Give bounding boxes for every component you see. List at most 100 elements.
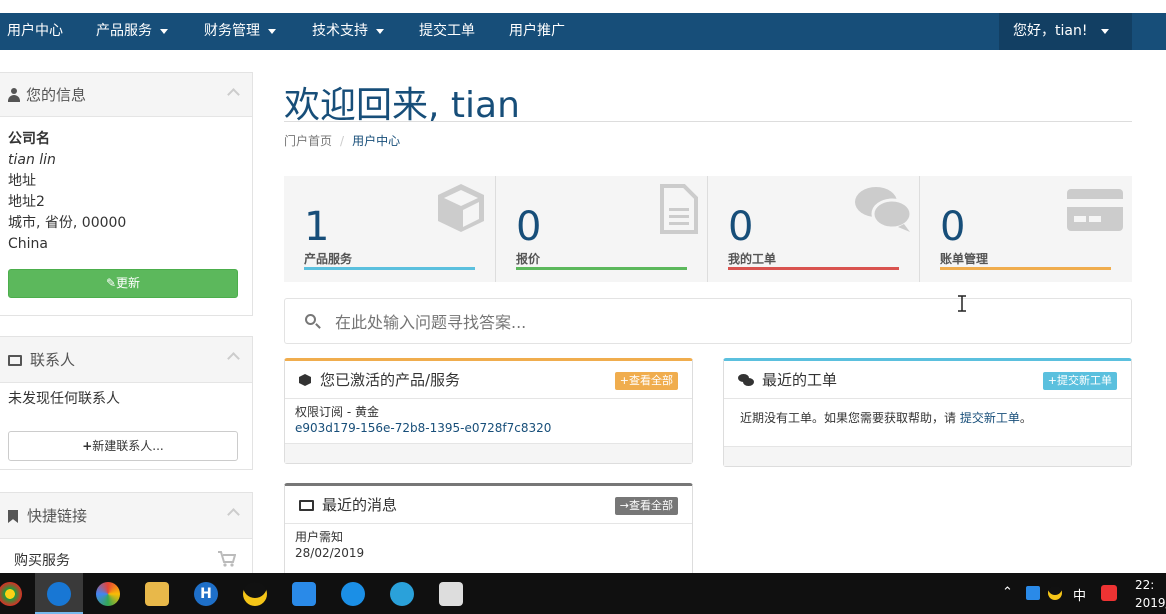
product-item[interactable]: 权限订阅 - 黄金 e903d179-156e-72b8-1395-e0728f… [285,399,692,436]
stat-services[interactable]: 1 产品服务 [284,176,496,282]
chevron-up-icon[interactable] [227,352,240,365]
nav-user-center[interactable]: 用户中心 [7,13,63,50]
top-strip [0,0,1166,13]
news-item[interactable]: 用户需知 28/02/2019 [285,524,692,561]
stat-billing-value: 0 [940,204,966,250]
telegram-icon[interactable] [390,582,414,606]
chevron-up-icon[interactable] [227,88,240,101]
stat-services-value: 1 [304,204,330,250]
tray-app-icon[interactable] [1026,586,1040,600]
breadcrumb-separator: / [340,134,345,148]
stat-services-label: 产品服务 [304,252,353,266]
folder-icon [8,355,22,366]
your-info-panel: 您的信息 公司名 tian lin 地址 地址2 城市, 省份, 00000 C… [0,72,253,316]
qq-icon[interactable] [243,582,267,606]
view-all-news-button[interactable]: →查看全部 [614,497,678,515]
news-date: 28/02/2019 [295,546,365,560]
cube-icon [438,184,484,232]
address-line-1: 地址 [8,173,36,189]
stat-billing-bar [940,267,1111,270]
caret-down-icon [1101,28,1110,34]
no-contacts-text: 未发现任何联系人 [8,391,120,407]
nav-billing[interactable]: 财务管理 [204,13,276,50]
main-navbar: 用户中心 产品服务 财务管理 技术支持 提交工单 用户推广 您好，tian! [0,13,1166,50]
caret-down-icon [160,28,168,34]
stat-quotes-value: 0 [516,204,542,250]
tray-chevron-up-icon[interactable]: ⌃ [1002,585,1013,600]
contacts-header[interactable]: 联系人 [0,337,252,383]
no-tickets-text: 近期没有工单。如果您需要获取帮助，请 提交新工单。 [740,411,1032,425]
stat-quotes[interactable]: 0 报价 [496,176,708,282]
title-divider [284,121,1132,122]
shortcuts-panel: 快捷链接 购买服务 [0,492,253,582]
windows-taskbar: H ⌃ 中 22: 2019/ [0,573,1166,614]
file-icon [660,184,698,234]
chromium-icon[interactable] [96,582,120,606]
monitor-icon[interactable] [439,582,463,606]
product-name: 权限订阅 - 黄金 [295,405,379,419]
tray-qq-icon[interactable] [1048,586,1062,600]
contact-name: tian lin [8,152,56,168]
country: China [8,236,48,252]
caret-down-icon [376,28,384,34]
bookmark-icon [8,510,18,523]
address-line-2: 地址2 [8,194,45,210]
kb-search-input[interactable] [335,309,1115,335]
clock-time: 22: [1135,578,1155,592]
your-info-header[interactable]: 您的信息 [0,73,252,117]
active-products-header: 您已激活的产品/服务 +查看全部 [285,361,692,399]
company-name: 公司名 [8,131,50,147]
update-button[interactable]: ✎更新 [8,269,238,298]
nav-affiliates[interactable]: 用户推广 [509,13,565,50]
view-all-products-button[interactable]: +查看全部 [614,372,678,390]
nav-products[interactable]: 产品服务 [96,13,168,50]
kb-search-box[interactable] [284,298,1132,344]
stat-tickets-label: 我的工单 [728,252,777,266]
stat-tickets-bar [728,267,899,270]
stat-billing[interactable]: 0 账单管理 [920,176,1132,282]
stat-quotes-label: 报价 [516,252,541,266]
tray-ime-indicator[interactable]: 中 [1073,585,1086,604]
recent-tickets-card: 最近的工单 +提交新工单 近期没有工单。如果您需要获取帮助，请 提交新工单。 [723,358,1132,467]
news-title: 用户需知 [295,530,344,544]
newspaper-icon [299,500,314,511]
comments-icon [855,187,912,232]
submit-ticket-link[interactable]: 提交新工单 [960,411,1020,425]
recent-tickets-header: 最近的工单 +提交新工单 [724,361,1131,399]
city-line: 城市, 省份, 00000 [8,215,127,231]
system-clock[interactable]: 22: 2019/ [1135,576,1166,612]
search-icon [305,314,316,325]
chrome-icon[interactable] [0,582,22,606]
credit-card-icon [1067,189,1123,231]
recent-news-card: 最近的消息 →查看全部 用户需知 28/02/2019 [284,483,693,583]
user-menu[interactable]: 您好，tian! [999,13,1132,50]
plus-icon: + [82,439,93,453]
phone-icon[interactable] [292,582,316,606]
hbuilder-icon[interactable]: H [194,582,218,606]
chevron-up-icon[interactable] [227,508,240,521]
stat-tickets[interactable]: 0 我的工单 [708,176,920,282]
caret-down-icon [268,28,276,34]
comments-icon [738,374,754,386]
browser-icon[interactable] [47,582,71,606]
cube-icon [299,374,311,386]
card-footer [285,443,692,463]
new-contact-button[interactable]: +新建联系人... [8,431,238,461]
nav-support[interactable]: 技术支持 [312,13,384,50]
active-products-card: 您已激活的产品/服务 +查看全部 权限订阅 - 黄金 e903d179-156e… [284,358,693,464]
stat-quotes-bar [516,267,687,270]
breadcrumb-home[interactable]: 门户首页 [284,134,332,148]
nav-submit-ticket[interactable]: 提交工单 [419,13,475,50]
contacts-panel: 联系人 未发现任何联系人 +新建联系人... [0,336,253,470]
open-new-ticket-button[interactable]: +提交新工单 [1042,372,1117,390]
breadcrumb-current: 用户中心 [352,134,401,148]
stats-row: 1 产品服务 0 报价 0 我的工单 0 账单管理 [284,176,1132,282]
file-explorer-icon[interactable] [145,582,169,606]
tray-sogou-icon[interactable] [1101,585,1117,601]
clock-date: 2019/ [1135,596,1166,610]
shortcuts-header[interactable]: 快捷链接 [0,493,252,539]
product-id-link[interactable]: e903d179-156e-72b8-1395-e0728f7c8320 [295,420,692,436]
vscode-like-icon[interactable] [341,582,365,606]
breadcrumb: 门户首页 / 用户中心 [284,132,400,149]
pencil-icon: ✎ [105,276,117,290]
